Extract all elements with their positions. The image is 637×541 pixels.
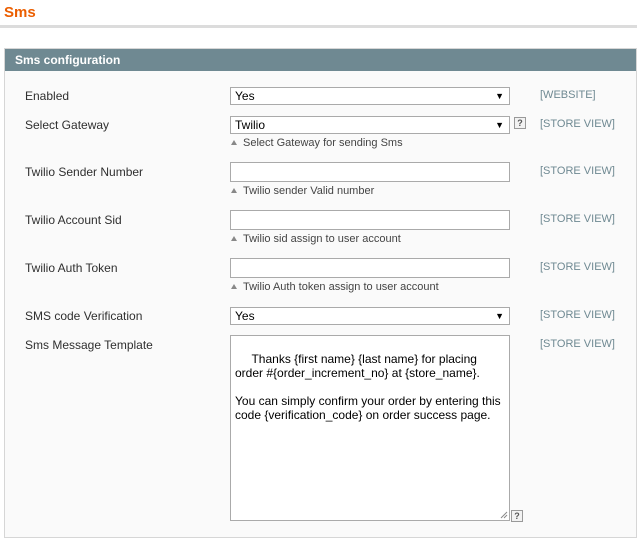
triangle-up-icon [231,140,237,145]
gateway-select-value: Twilio [235,118,266,132]
message-template-text: Thanks {first name} {last name} for plac… [235,352,501,422]
message-template-scope: [STORE VIEW] [540,338,615,350]
code-verification-select-value: Yes [235,309,255,323]
triangle-up-icon [231,188,237,193]
auth-token-input[interactable] [230,258,510,278]
chevron-down-icon: ▼ [495,120,504,130]
enabled-scope: [WEBSITE] [540,89,596,101]
account-sid-note-text: Twilio sid assign to user account [243,233,401,245]
help-icon[interactable]: ? [511,510,523,522]
code-verification-label: SMS code Verification [25,309,143,323]
sender-number-input[interactable] [230,162,510,182]
code-verification-scope: [STORE VIEW] [540,309,615,321]
auth-token-note: Twilio Auth token assign to user account [231,281,439,293]
sender-number-label: Twilio Sender Number [25,165,144,179]
auth-token-note-text: Twilio Auth token assign to user account [243,281,439,293]
gateway-note-text: Select Gateway for sending Sms [243,137,403,149]
triangle-up-icon [231,236,237,241]
chevron-down-icon: ▼ [495,91,504,101]
auth-token-label: Twilio Auth Token [25,261,118,275]
gateway-select[interactable]: Twilio ▼ [230,116,510,134]
section-header[interactable]: Sms configuration [5,49,636,71]
enabled-label: Enabled [25,89,70,103]
gateway-scope: [STORE VIEW] [540,118,615,130]
title-divider [0,25,637,28]
account-sid-scope: [STORE VIEW] [540,213,615,225]
gateway-label: Select Gateway [25,118,110,132]
auth-token-scope: [STORE VIEW] [540,261,615,273]
account-sid-label: Twilio Account Sid [25,213,122,227]
triangle-up-icon [231,284,237,289]
account-sid-note: Twilio sid assign to user account [231,233,401,245]
sender-number-note: Twilio sender Valid number [231,185,374,197]
resize-grip-icon[interactable] [500,511,508,519]
sms-configuration-fieldset: Sms configuration Enabled Yes ▼ [WEBSITE… [4,48,637,538]
gateway-note: Select Gateway for sending Sms [231,137,403,149]
chevron-down-icon: ▼ [495,311,504,321]
account-sid-input[interactable] [230,210,510,230]
message-template-label: Sms Message Template [25,338,153,352]
code-verification-select[interactable]: Yes ▼ [230,307,510,325]
help-icon[interactable]: ? [514,117,526,129]
enabled-select-value: Yes [235,89,255,103]
sender-number-scope: [STORE VIEW] [540,165,615,177]
sender-number-note-text: Twilio sender Valid number [243,185,375,197]
page-title: Sms [4,4,36,21]
enabled-select[interactable]: Yes ▼ [230,87,510,105]
message-template-textarea[interactable]: Thanks {first name} {last name} for plac… [230,335,510,521]
